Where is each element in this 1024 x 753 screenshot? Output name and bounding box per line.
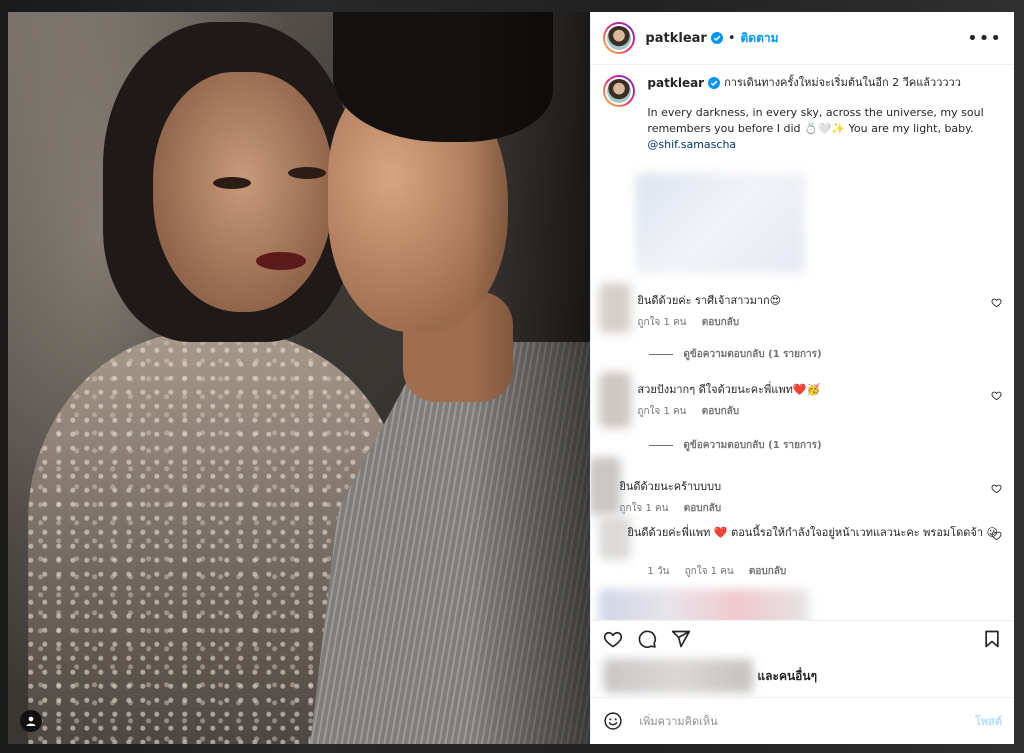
comment-meta: 1 วัน ถูกใจ 1 คน ตอบกลับ xyxy=(647,564,1014,579)
author-username[interactable]: patklear xyxy=(645,31,706,46)
like-heart-icon[interactable] xyxy=(603,629,623,649)
blurred-liker-names xyxy=(603,659,754,693)
comment-like-heart-icon[interactable] xyxy=(991,297,1002,308)
user-tag-button[interactable] xyxy=(20,710,42,732)
comment-text: ยินดีด้วยค่ะพี่แพท ❤️ ตอนนี้รอให้กำลังใจ… xyxy=(627,526,998,539)
author-avatar[interactable] xyxy=(603,22,636,54)
comment-likes[interactable]: ถูกใจ 1 คน xyxy=(637,406,686,417)
comment-item xyxy=(591,589,1014,620)
comment-like-heart-icon[interactable] xyxy=(991,390,1002,401)
post-comment-button[interactable]: โพสต์ xyxy=(975,712,1002,730)
comment-time: 1 วัน xyxy=(647,566,670,577)
follow-button[interactable]: ติดตาม xyxy=(741,29,779,48)
photo-woman-face xyxy=(153,72,333,312)
comment-text: ยินดีด้วยค่ะ ราศีเจ้าสาวมาก😍 xyxy=(637,294,782,307)
comment-avatar[interactable] xyxy=(591,457,622,515)
blurred-comment xyxy=(599,589,810,620)
likes-others-text[interactable]: และคนอื่นๆ xyxy=(757,667,817,686)
comment-like-heart-icon[interactable] xyxy=(991,530,1002,541)
caption: patklear การเดินทางครั้งใหม่จะเริ่มต้นใน… xyxy=(591,65,1014,273)
comment-reply-button[interactable]: ตอบกลับ xyxy=(684,503,721,514)
add-comment-bar: โพสต์ xyxy=(591,697,1014,744)
bookmark-save-icon[interactable] xyxy=(982,629,1002,649)
add-comment-input[interactable] xyxy=(637,713,975,729)
comment-item: ยินดีด้วยนะคร้าบบบบ ถูกใจ 1 คน ตอบกลับ xyxy=(591,457,1014,516)
comment-reply-button[interactable]: ตอบกลับ xyxy=(702,406,739,417)
comment-reply-button[interactable]: ตอบกลับ xyxy=(702,317,739,328)
view-replies-link[interactable]: ดูข้อความตอบกลับ (1 รายการ) xyxy=(649,347,1014,362)
comments-scroll-area[interactable]: patklear การเดินทางครั้งใหม่จะเริ่มต้นใน… xyxy=(591,65,1014,620)
comment-item: ยินดีด้วยค่ะ ราศีเจ้าสาวมาก😍 ถูกใจ 1 คน … xyxy=(591,283,1014,333)
blurred-hashtags xyxy=(635,173,806,273)
photo-eye-right xyxy=(288,167,326,179)
comment-reply-button[interactable]: ตอบกลับ xyxy=(749,566,786,577)
share-send-icon[interactable] xyxy=(671,629,691,649)
photo-eye-left xyxy=(213,177,251,189)
comment-likes[interactable]: ถูกใจ 1 คน xyxy=(685,566,734,577)
post-sidebar: patklear • ติดตาม ••• patklear การเดินทา… xyxy=(590,12,1014,744)
caption-body: In every darkness, in every sky, across … xyxy=(647,106,984,135)
caption-mention[interactable]: @shif.samascha xyxy=(647,137,1002,153)
person-icon xyxy=(26,716,36,726)
verified-badge-icon xyxy=(708,77,721,89)
emoji-icon[interactable] xyxy=(603,711,623,731)
more-options-icon[interactable]: ••• xyxy=(967,28,1002,49)
caption-username[interactable]: patklear xyxy=(647,75,704,91)
comment-bubble-icon[interactable] xyxy=(637,629,657,649)
comment-text: สวยปังมากๆ ดีใจด้วยนะคะพี่แพท❤️🥳 xyxy=(637,383,821,396)
separator-dot: • xyxy=(727,30,736,46)
verified-badge-icon xyxy=(710,32,723,44)
photo-lips xyxy=(256,252,306,270)
caption-first-line: การเดินทางครั้งใหม่จะเริ่มต้นในอีก 2 วีค… xyxy=(724,76,961,89)
post-actions-bar xyxy=(591,620,1014,657)
post-modal: patklear • ติดตาม ••• patklear การเดินทา… xyxy=(8,12,1014,744)
comment-likes[interactable]: ถูกใจ 1 คน xyxy=(619,503,668,514)
photo-shadow xyxy=(470,12,591,744)
post-header: patklear • ติดตาม ••• xyxy=(591,12,1014,65)
comment-item: ยินดีด้วยค่ะพี่แพท ❤️ ตอนนี้รอให้กำลังใจ… xyxy=(591,516,1014,560)
comment-item: สวยปังมากๆ ดีใจด้วยนะคะพี่แพท❤️🥳 ถูกใจ 1… xyxy=(591,372,1014,428)
comment-text: ยินดีด้วยนะคร้าบบบบ xyxy=(619,480,722,493)
comment-likes[interactable]: ถูกใจ 1 คน xyxy=(637,317,686,328)
comment-avatar[interactable] xyxy=(599,283,632,333)
view-replies-link[interactable]: ดูข้อความตอบกลับ (1 รายการ) xyxy=(649,438,1014,453)
comment-like-heart-icon[interactable] xyxy=(991,483,1002,494)
comment-avatar[interactable] xyxy=(599,372,632,428)
post-photo[interactable] xyxy=(8,12,591,744)
caption-avatar[interactable] xyxy=(603,75,636,107)
likes-summary[interactable]: และคนอื่นๆ xyxy=(591,656,1014,696)
